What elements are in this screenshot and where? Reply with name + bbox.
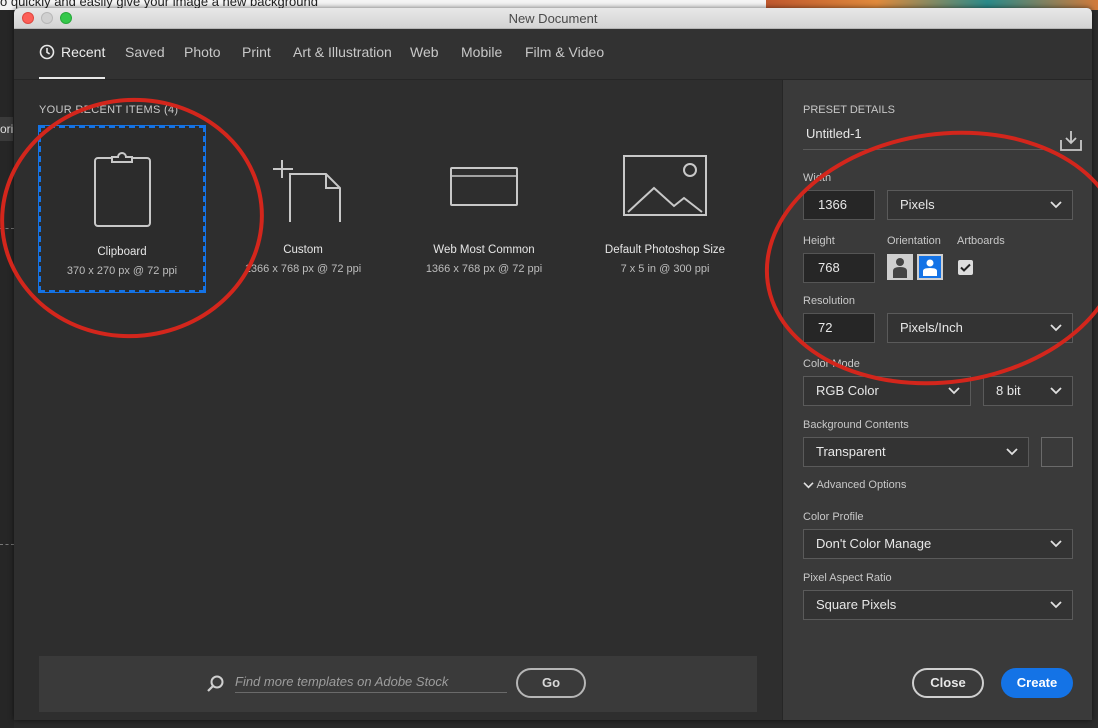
color-profile-label: Color Profile	[803, 511, 864, 523]
resolution-unit-select[interactable]: Pixels/Inch	[887, 313, 1073, 343]
artboards-checkbox[interactable]	[958, 260, 973, 275]
chevron-down-icon	[1050, 540, 1062, 548]
tab-film-video[interactable]: Film & Video	[525, 29, 604, 77]
width-label: Width	[803, 172, 832, 184]
checkmark-icon	[960, 263, 971, 272]
item-name: Web Most Common	[433, 244, 535, 256]
item-name: Custom	[283, 244, 323, 256]
recent-items-heading-text: YOUR RECENT ITEMS	[39, 104, 161, 116]
pixel-aspect-ratio-label: Pixel Aspect Ratio	[803, 572, 892, 584]
resolution-input[interactable]: 72	[803, 313, 875, 343]
recent-item-clipboard[interactable]: Clipboard 370 x 270 px @ 72 ppi	[38, 125, 206, 293]
artboards-label: Artboards	[957, 235, 1005, 247]
preset-details-heading: PRESET DETAILS	[803, 104, 895, 116]
window-title: New Document	[508, 11, 598, 26]
stock-search-bar: Go	[39, 656, 757, 712]
item-name: Clipboard	[97, 246, 147, 258]
tab-web[interactable]: Web	[410, 29, 439, 77]
title-bar: New Document	[14, 8, 1092, 29]
width-unit-select[interactable]: Pixels	[887, 190, 1073, 220]
item-details: 370 x 270 px @ 72 ppi	[66, 265, 178, 277]
color-profile-value: Don't Color Manage	[816, 536, 932, 551]
resolution-label: Resolution	[803, 295, 855, 307]
recent-item-default-photoshop-size[interactable]: Default Photoshop Size 7 x 5 in @ 300 pp…	[582, 126, 748, 292]
color-mode-label: Color Mode	[803, 358, 860, 370]
bit-depth-select[interactable]: 8 bit	[983, 376, 1073, 406]
go-button[interactable]: Go	[516, 668, 586, 698]
tab-print[interactable]: Print	[242, 29, 271, 77]
recent-items-heading: YOUR RECENT ITEMS (4)	[39, 104, 178, 116]
chevron-down-icon	[1050, 324, 1062, 332]
height-label: Height	[803, 235, 835, 247]
search-icon	[207, 675, 224, 692]
close-button[interactable]: Close	[912, 668, 984, 698]
color-profile-select[interactable]: Don't Color Manage	[803, 529, 1073, 559]
height-input[interactable]: 768	[803, 253, 875, 283]
background-contents-value: Transparent	[816, 444, 886, 459]
item-details: 1366 x 768 px @ 72 ppi	[425, 263, 543, 275]
recent-items-count: (4)	[164, 104, 179, 116]
browser-window-icon	[450, 167, 518, 206]
item-name: Default Photoshop Size	[604, 244, 726, 256]
tab-recent[interactable]: Recent	[39, 29, 106, 79]
bit-depth-value: 8 bit	[996, 383, 1021, 398]
recent-item-web-most-common[interactable]: Web Most Common 1366 x 768 px @ 72 ppi	[401, 126, 567, 292]
custom-document-icon	[273, 160, 341, 222]
chevron-down-icon	[1006, 448, 1018, 456]
preset-category-tabs: Recent Saved Photo Print Art & Illustrat…	[14, 29, 1092, 80]
tab-art-illustration[interactable]: Art & Illustration	[293, 29, 392, 77]
background-guide-line	[0, 544, 14, 545]
pixel-aspect-ratio-select[interactable]: Square Pixels	[803, 590, 1073, 620]
save-preset-icon[interactable]	[1059, 130, 1083, 152]
clipboard-icon	[94, 152, 151, 227]
chevron-down-icon	[948, 387, 960, 395]
pixel-aspect-ratio-value: Square Pixels	[816, 597, 897, 612]
resolution-unit-value: Pixels/Inch	[900, 320, 963, 335]
recent-item-custom[interactable]: Custom 1366 x 768 px @ 72 ppi	[220, 126, 386, 292]
color-mode-select[interactable]: RGB Color	[803, 376, 971, 406]
portrait-orientation-button[interactable]	[887, 254, 913, 280]
landscape-image-icon	[623, 155, 707, 216]
landscape-orientation-button[interactable]	[917, 254, 943, 280]
item-details: 7 x 5 in @ 300 ppi	[620, 263, 710, 275]
tab-label: Recent	[61, 44, 106, 60]
new-document-dialog: New Document Recent Saved Photo Print Ar…	[14, 8, 1092, 720]
tab-mobile[interactable]: Mobile	[461, 29, 502, 77]
background-tab-fragment: ori	[0, 117, 13, 141]
create-button[interactable]: Create	[1001, 668, 1073, 698]
orientation-label: Orientation	[887, 235, 941, 247]
chevron-down-icon	[1050, 387, 1062, 395]
item-details: 1366 x 768 px @ 72 ppi	[244, 263, 362, 275]
width-input[interactable]: 1366	[803, 190, 875, 220]
background-color-swatch[interactable]	[1041, 437, 1073, 467]
tab-saved[interactable]: Saved	[125, 29, 165, 77]
color-mode-value: RGB Color	[816, 383, 879, 398]
landscape-person-icon	[923, 259, 937, 276]
background-contents-select[interactable]: Transparent	[803, 437, 1029, 467]
background-right-edge	[1092, 10, 1098, 728]
background-contents-label: Background Contents	[803, 419, 909, 431]
portrait-person-icon	[893, 258, 907, 278]
chevron-down-icon	[803, 481, 814, 489]
preset-details-panel: PRESET DETAILS Untitled-1 Width 1366 Pix…	[782, 80, 1092, 720]
chevron-down-icon	[1050, 601, 1062, 609]
chevron-down-icon	[1050, 201, 1062, 209]
recent-items-panel: YOUR RECENT ITEMS (4) Clipboard 370 x 27…	[14, 80, 782, 720]
width-unit-value: Pixels	[900, 197, 935, 212]
clock-icon	[39, 44, 55, 60]
background-guide-line	[0, 228, 14, 229]
tab-photo[interactable]: Photo	[184, 29, 221, 77]
advanced-options-label: Advanced Options	[816, 479, 907, 491]
advanced-options-toggle[interactable]: Advanced Options	[803, 479, 906, 491]
stock-search-input[interactable]	[235, 670, 507, 693]
document-name-input[interactable]: Untitled-1	[803, 120, 1043, 150]
